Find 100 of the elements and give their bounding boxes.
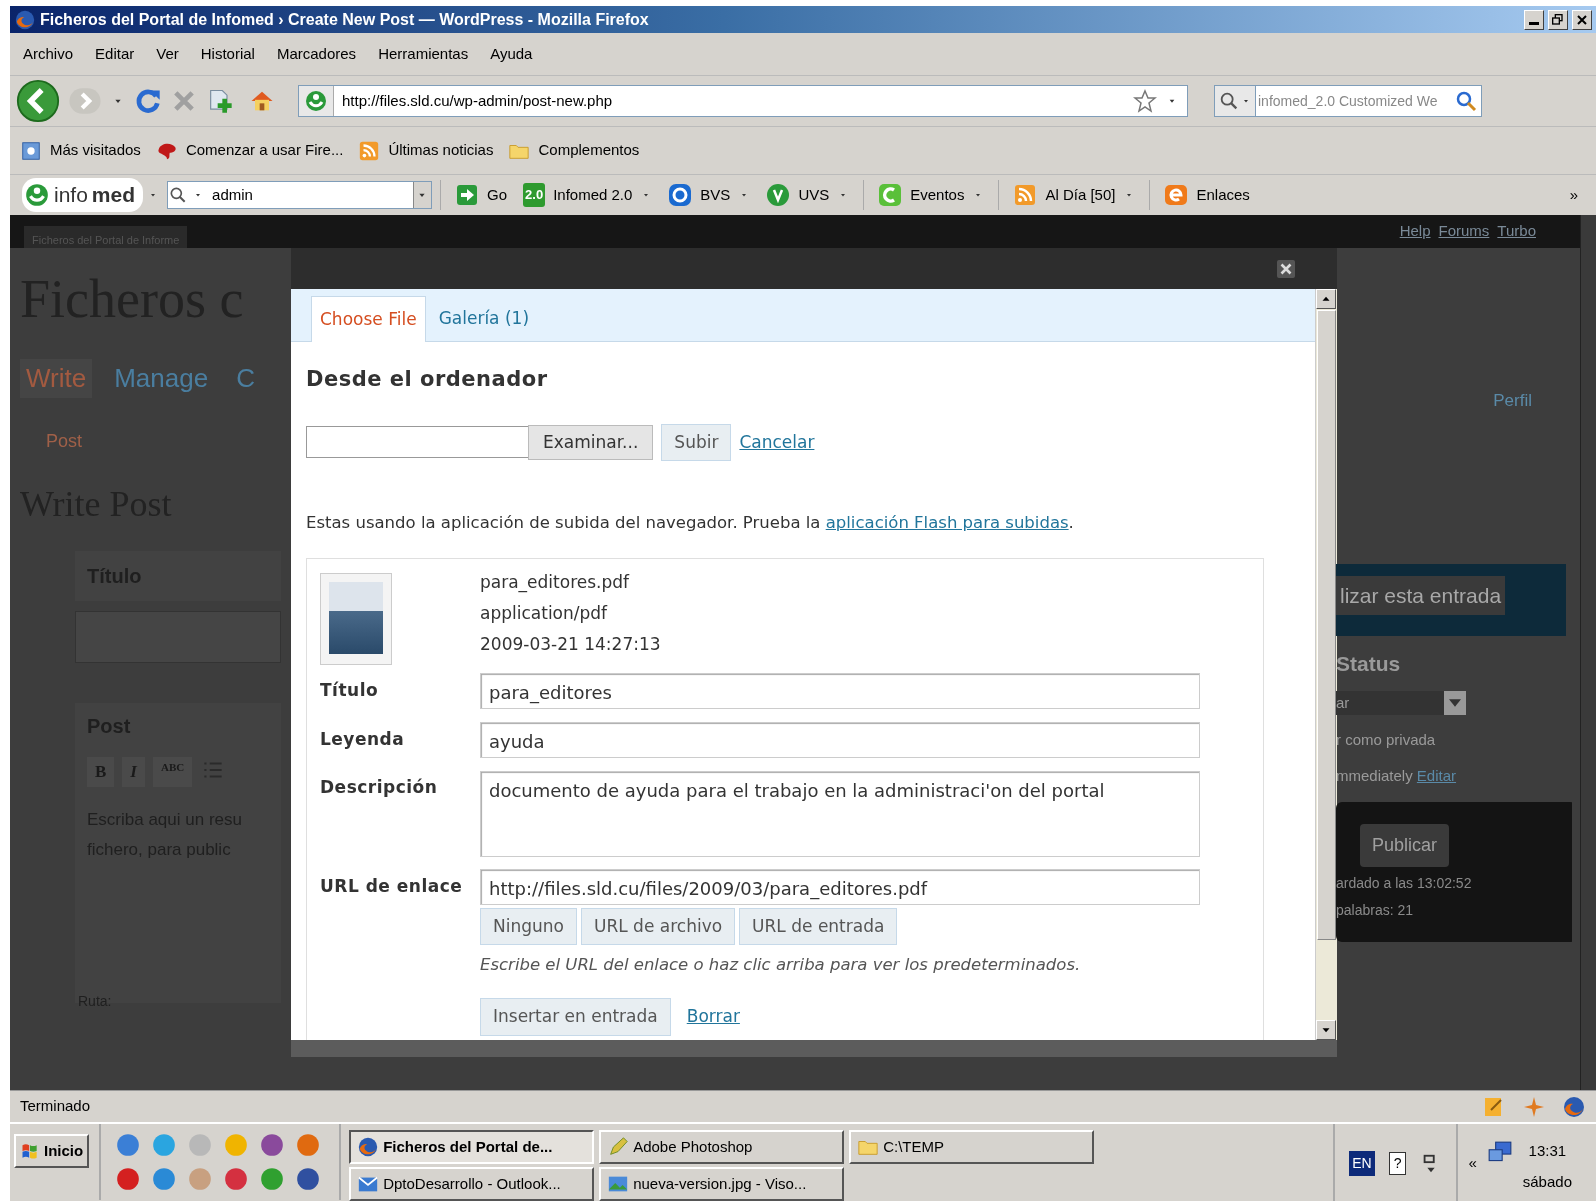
star-icon[interactable] xyxy=(1133,89,1157,113)
caret-icon xyxy=(1449,698,1461,707)
menu-item[interactable]: Editar xyxy=(84,42,146,66)
field-label: Leyenda xyxy=(320,728,406,752)
search-icon xyxy=(1454,89,1478,113)
toolbar-button[interactable]: BVS xyxy=(662,183,757,207)
text-field[interactable]: http://files.sld.cu/files/2009/03/para_editores.pdf xyxy=(480,868,1200,905)
text-field[interactable]: ayuda xyxy=(480,721,1200,758)
minimize-button[interactable] xyxy=(1524,9,1544,30)
close-button[interactable] xyxy=(1277,259,1295,278)
field-label: Título xyxy=(320,679,380,703)
search-button[interactable] xyxy=(1451,85,1482,117)
app-icon[interactable] xyxy=(115,1166,142,1192)
file-name: para_editores.pdf xyxy=(480,570,631,595)
app-icon[interactable] xyxy=(259,1166,286,1192)
window-title: Ficheros del Portal de Infomed › Create New Post — WordPress - Mozilla Firefox xyxy=(40,9,649,30)
minimize-icon xyxy=(1529,22,1539,25)
help-key[interactable]: ? xyxy=(1388,1152,1407,1175)
arc-icon xyxy=(1164,183,1189,207)
firefox-icon xyxy=(14,8,36,31)
header-link[interactable]: Forums xyxy=(1438,220,1490,243)
page-icon xyxy=(20,139,42,162)
app-icon[interactable] xyxy=(295,1132,322,1158)
app-icon[interactable] xyxy=(115,1132,142,1158)
file-date: 2009-03-21 14:27:13 xyxy=(480,632,661,656)
url-preset-button[interactable]: Ninguno xyxy=(480,907,577,946)
app-icon[interactable] xyxy=(295,1166,322,1192)
circle-icon xyxy=(766,183,791,207)
field-label: URL de enlace xyxy=(320,875,464,899)
menu-item[interactable]: Herramientas xyxy=(367,42,480,66)
menu-item[interactable]: Ayuda xyxy=(479,42,544,66)
tab[interactable]: Galería (1) xyxy=(429,296,538,342)
toolbar-button[interactable]: Go xyxy=(449,183,514,207)
tab[interactable]: Choose File xyxy=(311,296,426,343)
toolbar-button[interactable]: Enlaces xyxy=(1158,183,1256,207)
header-link[interactable]: Help xyxy=(1399,220,1431,243)
restore-icon xyxy=(1550,11,1566,28)
taskbar-button[interactable]: C:\TEMP xyxy=(849,1130,1095,1164)
field-label: Descripción xyxy=(320,775,439,799)
search-icon xyxy=(1218,90,1240,112)
pencil-icon xyxy=(607,1136,630,1158)
description-field[interactable]: documento de ayuda para el trabajo en la administraci'on del portal xyxy=(480,770,1200,857)
back-icon[interactable] xyxy=(16,79,60,123)
rss-icon xyxy=(358,139,381,162)
toolbar-button[interactable]: Eventos xyxy=(872,183,991,207)
firefox-icon xyxy=(357,1136,380,1158)
toolbar-button[interactable]: Al Día [50] xyxy=(1007,183,1142,207)
menu-item[interactable]: Marcadores xyxy=(265,42,368,66)
version-badge: 2.0 xyxy=(523,183,546,207)
status-text: Terminado xyxy=(20,1096,91,1117)
menu-item[interactable]: Archivo xyxy=(12,42,85,66)
publish-info: palabras: 21 xyxy=(1336,900,1415,920)
menu-item[interactable]: Historial xyxy=(189,42,266,66)
toolbar-button[interactable]: UVS xyxy=(760,183,856,207)
browse-button[interactable]: Examinar... xyxy=(528,424,654,461)
ring-icon xyxy=(668,183,693,207)
toolbar-button[interactable]: 2.0 Infomed 2.0 xyxy=(517,183,659,207)
firefox-icon[interactable] xyxy=(1562,1094,1586,1119)
delete-link[interactable]: Borrar xyxy=(686,1004,740,1030)
app-icon[interactable] xyxy=(151,1166,178,1192)
search-field[interactable]: admin xyxy=(167,181,433,209)
app-icon[interactable] xyxy=(259,1132,286,1158)
taskbar-button[interactable]: Ficheros del Portal de... xyxy=(349,1130,595,1164)
header-link[interactable]: Turbo xyxy=(1497,220,1536,243)
overflow-chevron[interactable]: » xyxy=(1569,183,1578,207)
language-indicator[interactable]: EN xyxy=(1349,1151,1375,1176)
url-preset-button[interactable]: URL de entrada xyxy=(739,907,898,946)
insert-button[interactable]: Insertar en entrada xyxy=(480,998,671,1036)
bookmark[interactable]: Comenzar a usar Fire... xyxy=(155,139,351,162)
publish-button[interactable]: Publicar xyxy=(1360,823,1450,867)
publish-schedule: mmediately Editar xyxy=(1336,766,1458,787)
bookmark[interactable]: Últimas noticias xyxy=(358,139,501,162)
cancel-link[interactable]: Cancelar xyxy=(739,429,815,456)
flash-uploader-link[interactable]: aplicación Flash para subidas xyxy=(825,513,1069,533)
bookmark[interactable]: Complementos xyxy=(508,139,647,162)
clock-time: 13:31 xyxy=(1527,1141,1568,1161)
menu-item[interactable]: Ver xyxy=(145,42,190,66)
bookmark[interactable]: Más visitados xyxy=(20,139,148,162)
reload-icon[interactable] xyxy=(134,87,162,115)
search-engine-button[interactable] xyxy=(1214,85,1256,117)
search-field[interactable]: infomed_2.0 Customized We xyxy=(1256,85,1451,117)
url-preset-button[interactable]: URL de archivo xyxy=(580,907,736,946)
start-button[interactable]: Inicio xyxy=(14,1134,90,1168)
status-select[interactable]: ar xyxy=(1336,690,1466,715)
close-button[interactable] xyxy=(1572,9,1592,30)
rss-icon xyxy=(1013,183,1038,207)
text-field[interactable]: para_editores xyxy=(480,672,1200,709)
taskbar-button[interactable]: DptoDesarrollo - Outlook... xyxy=(349,1167,595,1201)
notice-text: Estas usando la aplicación de subida del navegador. Prueba la aplicación Flash para subidas. xyxy=(306,512,1075,535)
restore-button[interactable] xyxy=(1548,9,1568,30)
file-field[interactable] xyxy=(306,426,528,459)
expand-tray-button[interactable]: « xyxy=(1468,1152,1477,1175)
app-icon[interactable] xyxy=(223,1166,250,1192)
help-text: Escribe el URL del enlace o haz clic arriba para ver los predeterminados. xyxy=(480,954,1082,977)
upload-button[interactable]: Subir xyxy=(661,423,732,462)
address-bar[interactable]: http://files.sld.cu/wp-admin/post-new.php xyxy=(298,85,1188,117)
preview-button[interactable]: lizar esta entrada xyxy=(1336,575,1506,615)
scrollbar[interactable] xyxy=(1580,215,1596,1090)
taskbar-button[interactable]: Adobe Photoshop xyxy=(599,1130,845,1164)
taskbar-button[interactable]: nueva-version.jpg - Viso... xyxy=(599,1167,845,1201)
